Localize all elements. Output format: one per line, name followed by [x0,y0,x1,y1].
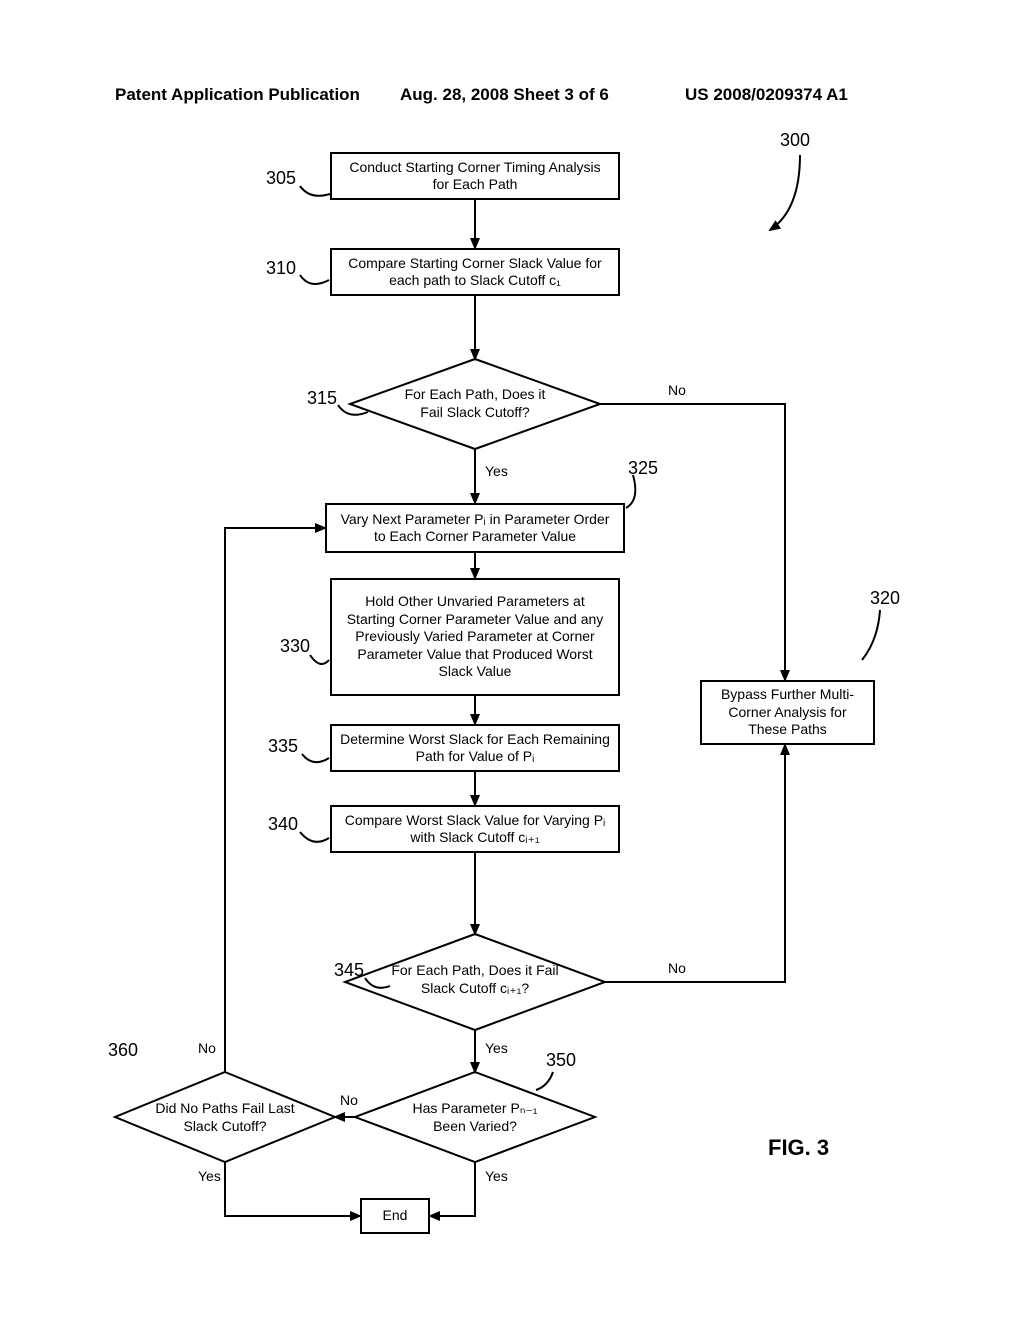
ref-360: 360 [108,1040,138,1061]
ref-335: 335 [268,736,298,757]
step-335-box: Determine Worst Slack for Each Remaining… [330,724,620,772]
ref-340: 340 [268,814,298,835]
edge-360-no: No [198,1040,216,1056]
ref-345: 345 [334,960,364,981]
header-date-sheet: Aug. 28, 2008 Sheet 3 of 6 [400,85,609,105]
figure-label: FIG. 3 [768,1135,829,1161]
edge-345-yes: Yes [485,1040,508,1056]
end-text: End [383,1207,408,1225]
decision-315-text: For Each Path, Does it Fail Slack Cutoff… [395,386,555,421]
step-305-box: Conduct Starting Corner Timing Analysis … [330,152,620,200]
ref-350: 350 [546,1050,576,1071]
step-305-text: Conduct Starting Corner Timing Analysis … [340,159,610,194]
step-310-text: Compare Starting Corner Slack Value for … [340,255,610,290]
edge-360-yes: Yes [198,1168,221,1184]
ref-310: 310 [266,258,296,279]
header-publication: Patent Application Publication [115,85,360,105]
ref-300: 300 [780,130,810,151]
end-box: End [360,1198,430,1234]
ref-325: 325 [628,458,658,479]
step-310-box: Compare Starting Corner Slack Value for … [330,248,620,296]
decision-360-text: Did No Paths Fail Last Slack Cutoff? [150,1100,300,1135]
edge-315-no: No [668,382,686,398]
step-320-box: Bypass Further Multi-Corner Analysis for… [700,680,875,745]
step-330-text: Hold Other Unvaried Parameters at Starti… [340,593,610,681]
edge-350-no: No [340,1092,358,1108]
edge-345-no: No [668,960,686,976]
ref-320: 320 [870,588,900,609]
ref-330: 330 [280,636,310,657]
step-320-text: Bypass Further Multi-Corner Analysis for… [710,686,865,739]
step-325-text: Vary Next Parameter Pᵢ in Parameter Orde… [335,511,615,546]
step-325-box: Vary Next Parameter Pᵢ in Parameter Orde… [325,503,625,553]
ref-315: 315 [307,388,337,409]
ref-305: 305 [266,168,296,189]
header-pub-number: US 2008/0209374 A1 [685,85,848,105]
decision-350-text: Has Parameter Pₙ₋₁ Been Varied? [400,1100,550,1135]
edge-315-yes: Yes [485,463,508,479]
step-340-box: Compare Worst Slack Value for Varying Pᵢ… [330,805,620,853]
decision-345-text: For Each Path, Does it Fail Slack Cutoff… [390,962,560,997]
step-335-text: Determine Worst Slack for Each Remaining… [340,731,610,766]
edge-350-yes: Yes [485,1168,508,1184]
step-340-text: Compare Worst Slack Value for Varying Pᵢ… [340,812,610,847]
step-330-box: Hold Other Unvaried Parameters at Starti… [330,578,620,696]
